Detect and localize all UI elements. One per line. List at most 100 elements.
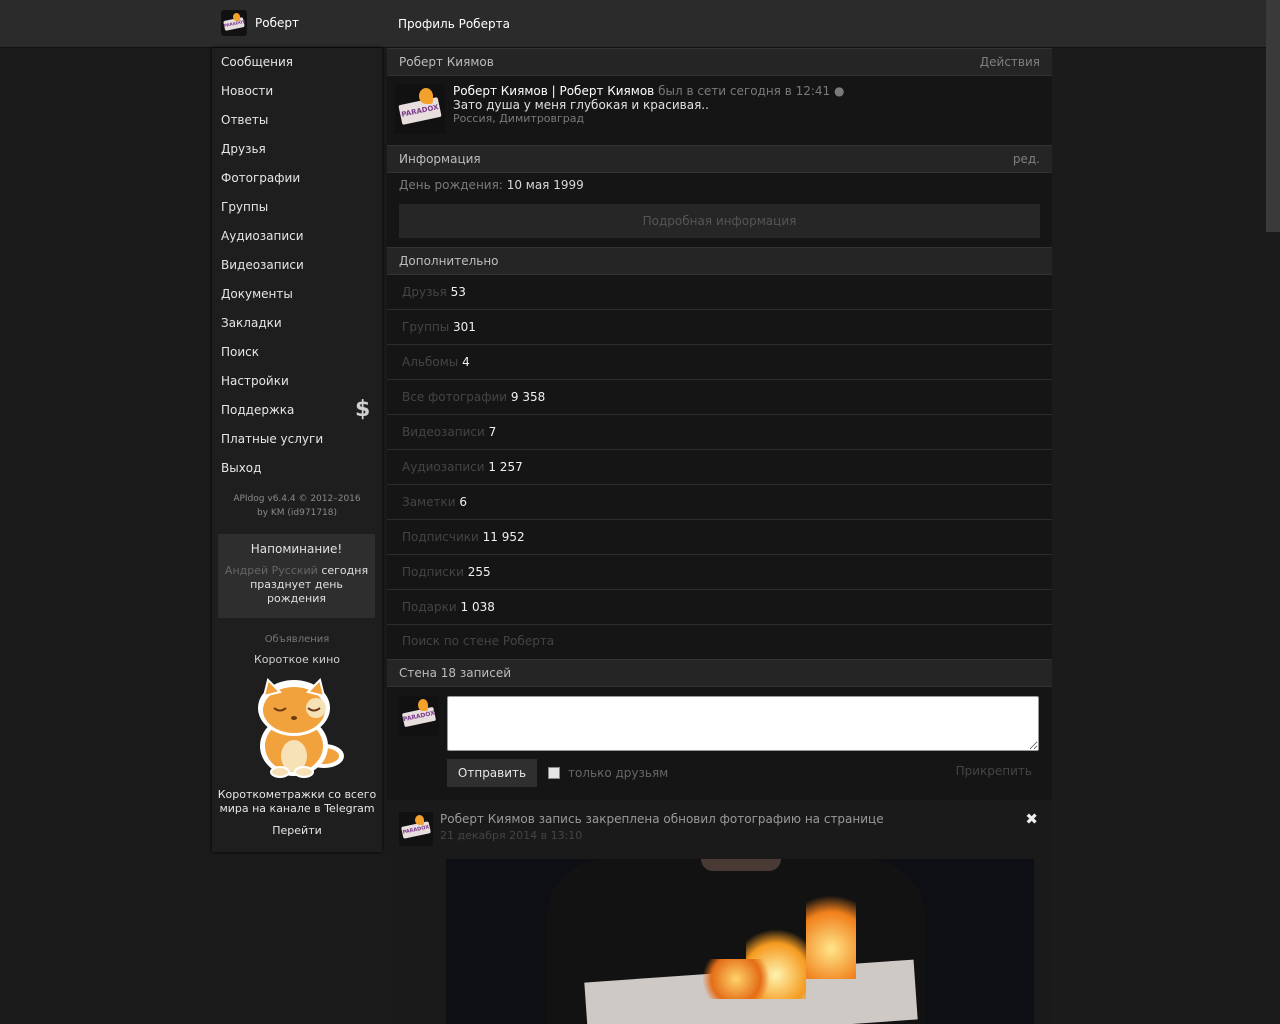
ad-title[interactable]: Короткое кино <box>212 653 382 666</box>
info-section-header: Информация ред. <box>387 145 1052 173</box>
profile-avatar[interactable]: PARADOX <box>395 84 445 134</box>
sidebar-item-photos[interactable]: Фотографии <box>221 167 300 189</box>
stat-label: Подписки <box>402 565 464 579</box>
stat-value: 1 257 <box>488 460 523 474</box>
ad-description: Короткометражки со всего мира на канале … <box>217 788 377 815</box>
online-status: был в сети сегодня в 12:41 <box>658 84 831 98</box>
extra-section-title: Дополнительно <box>399 254 499 268</box>
only-friends-checkbox[interactable] <box>548 767 560 779</box>
copyright-version: APIdog v6.4.4 © 2012–2016 <box>233 494 361 504</box>
sidebar-item-logout[interactable]: Выход <box>221 457 261 479</box>
post-date[interactable]: 21 декабря 2014 в 13:10 <box>440 829 582 842</box>
reminder-title: Напоминание! <box>250 542 343 556</box>
stat-label: Друзья <box>402 285 447 299</box>
extra-section-header: Дополнительно <box>387 247 1052 275</box>
post-header[interactable]: Роберт Киямов запись закреплена обновил … <box>440 812 884 826</box>
sidebar-item-paid-services[interactable]: Платные услуги <box>221 428 323 450</box>
birthday-reminder: Напоминание! Андрей Русский сегодня праз… <box>218 534 375 618</box>
stat-label: Все фотографии <box>402 390 508 404</box>
wall-post: PARADOX Роберт Киямов запись закреплена … <box>387 800 1052 1024</box>
sidebar-item-search[interactable]: Поиск <box>221 341 259 363</box>
sidebar-item-settings[interactable]: Настройки <box>221 370 289 392</box>
sidebar: Сообщения Новости Ответы Друзья Фотограф… <box>212 48 382 852</box>
sidebar-item-audio[interactable]: Аудиозаписи <box>221 225 304 247</box>
sidebar-item-groups[interactable]: Группы <box>221 196 268 218</box>
top-bar: PARADOX Роберт Профиль Роберта <box>0 0 1280 48</box>
wall-search-input[interactable]: Поиск по стене Роберта <box>402 634 554 648</box>
stat-row-gifts[interactable]: Подарки 1 038 <box>387 590 1052 625</box>
close-icon[interactable]: ✖ <box>1025 810 1038 828</box>
stat-row-groups[interactable]: Группы 301 <box>387 310 1052 345</box>
stat-value: 7 <box>488 425 497 439</box>
sidebar-item-documents[interactable]: Документы <box>221 283 293 305</box>
profile-location: Россия, Димитровград <box>453 112 585 125</box>
sidebar-item-video[interactable]: Видеозаписи <box>221 254 304 276</box>
stat-row-videos[interactable]: Видеозаписи 7 <box>387 415 1052 450</box>
composer-avatar-text: PARADOX <box>402 709 436 724</box>
copyright-author[interactable]: by KM (id971718) <box>212 506 382 520</box>
stat-value: 11 952 <box>482 530 525 544</box>
sidebar-item-support[interactable]: Поддержка <box>221 399 294 421</box>
current-user[interactable]: PARADOX Роберт <box>221 10 299 36</box>
photo-fire <box>806 879 856 979</box>
stat-label: Группы <box>402 320 450 334</box>
detailed-info-button[interactable]: Подробная информация <box>399 204 1040 238</box>
stat-label: Подписчики <box>402 530 479 544</box>
page-title: Профиль Роберта <box>398 17 510 31</box>
ads-label: Объявления <box>264 634 330 645</box>
wall-post-textarea[interactable] <box>447 696 1039 751</box>
send-button[interactable]: Отправить <box>447 759 537 787</box>
sidebar-item-bookmarks[interactable]: Закладки <box>221 312 282 334</box>
user-avatar[interactable]: PARADOX <box>221 10 247 36</box>
birthday-value: 10 мая 1999 <box>506 178 584 192</box>
edit-link[interactable]: ред. <box>1013 146 1040 172</box>
cat-sticker-image[interactable] <box>242 678 352 778</box>
stat-label: Аудиозаписи <box>402 460 485 474</box>
ad-link[interactable]: Перейти <box>212 824 382 837</box>
stat-value: 255 <box>467 565 491 579</box>
stat-row-followers[interactable]: Подписчики 11 952 <box>387 520 1052 555</box>
sidebar-item-friends[interactable]: Друзья <box>221 138 266 160</box>
photo-neck <box>701 859 781 871</box>
wall-section-title: Стена 18 записей <box>399 666 512 680</box>
reminder-text: Андрей Русский сегодня празднует день ро… <box>218 564 375 606</box>
stat-row-notes[interactable]: Заметки 6 <box>387 485 1052 520</box>
photo-fire <box>696 959 776 999</box>
profile-full-name[interactable]: Роберт Киямов | Роберт Киямов <box>453 84 654 98</box>
composer-avatar: PARADOX <box>399 696 439 736</box>
profile-status: Зато душа у меня глубокая и красивая.. <box>453 98 709 112</box>
stat-value: 53 <box>450 285 466 299</box>
scrollbar-thumb[interactable] <box>1266 0 1280 232</box>
main-content: Роберт Киямов Действия PARADOX Роберт Ки… <box>387 48 1052 1024</box>
attach-button[interactable]: Прикрепить <box>956 764 1032 778</box>
wall-section-header: Стена 18 записей <box>387 659 1052 687</box>
sidebar-item-news[interactable]: Новости <box>221 80 273 102</box>
sidebar-item-messages[interactable]: Сообщения <box>221 51 293 73</box>
apple-icon: ● <box>834 84 845 98</box>
stat-row-subscriptions[interactable]: Подписки 255 <box>387 555 1052 590</box>
copyright: APIdog v6.4.4 © 2012–2016 by KM (id97171… <box>212 492 382 520</box>
stat-value: 4 <box>462 355 470 369</box>
stat-value: 1 038 <box>460 600 495 614</box>
reminder-person-link[interactable]: Андрей Русский <box>225 564 318 577</box>
stat-row-friends[interactable]: Друзья 53 <box>387 275 1052 310</box>
stat-row-audio[interactable]: Аудиозаписи 1 257 <box>387 450 1052 485</box>
actions-button[interactable]: Действия <box>980 49 1040 75</box>
stat-label: Подарки <box>402 600 457 614</box>
stat-row-photos[interactable]: Все фотографии 9 358 <box>387 380 1052 415</box>
stat-value: 301 <box>453 320 476 334</box>
stat-row-albums[interactable]: Альбомы 4 <box>387 345 1052 380</box>
post-author-avatar[interactable]: PARADOX <box>399 812 433 846</box>
stat-label: Альбомы <box>402 355 459 369</box>
sidebar-item-replies[interactable]: Ответы <box>221 109 268 131</box>
birthday-row: День рождения: 10 мая 1999 <box>399 178 584 192</box>
only-friends-label[interactable]: только друзьям <box>568 766 668 780</box>
user-name[interactable]: Роберт <box>255 16 299 30</box>
profile-section-header: Роберт Киямов Действия <box>387 48 1052 76</box>
stat-value: 6 <box>459 495 467 509</box>
post-photo[interactable] <box>446 859 1034 1024</box>
dollar-icon[interactable]: $ <box>355 397 370 422</box>
stat-label: Видеозаписи <box>402 425 485 439</box>
profile-name-line: Роберт Киямов | Роберт Киямов был в сети… <box>453 84 845 98</box>
birthday-label: День рождения: <box>399 178 503 192</box>
